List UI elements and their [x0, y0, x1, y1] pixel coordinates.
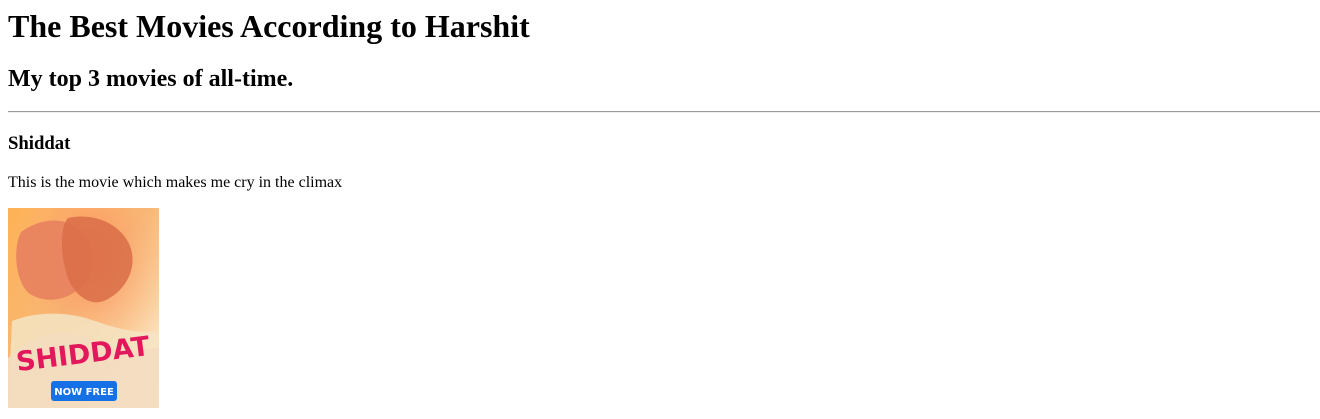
movie-poster: SHIDDAT NOW FREE — [8, 208, 159, 408]
movie-description: This is the movie which makes me cry in … — [8, 174, 343, 191]
page-subtitle: My top 3 movies of all-time. — [8, 66, 294, 92]
poster-image: SHIDDAT NOW FREE — [8, 208, 159, 408]
page-title: The Best Movies According to Harshit — [8, 8, 530, 44]
divider — [8, 111, 1320, 113]
poster-badge-text: NOW FREE — [54, 387, 114, 398]
page: The Best Movies According to Harshit My … — [0, 0, 1320, 419]
movie-title: Shiddat — [8, 133, 71, 154]
